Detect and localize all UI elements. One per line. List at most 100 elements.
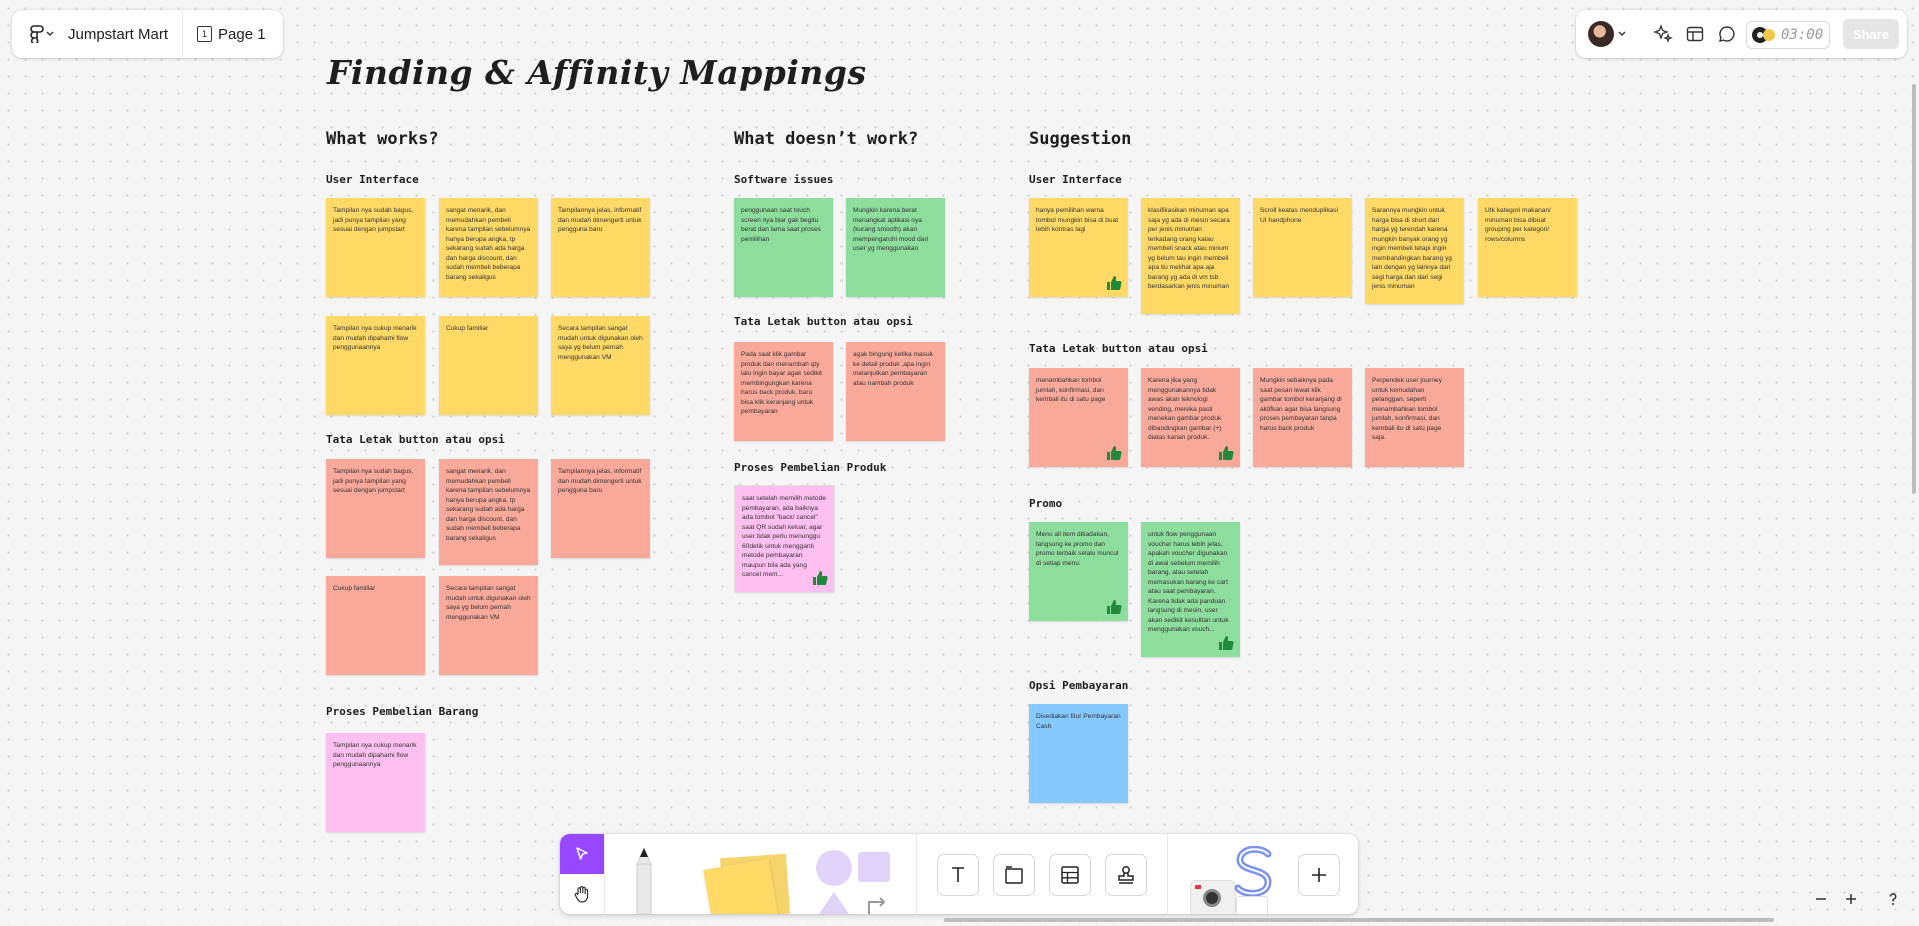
section-header: Proses Pembelian Produk (734, 461, 887, 474)
horizontal-scrollbar[interactable] (944, 918, 1774, 922)
section-tool-button[interactable] (993, 854, 1035, 896)
help-button[interactable] (1878, 884, 1908, 914)
sticky-note[interactable]: Secara tampilan sangat mudah untuk digun… (439, 576, 538, 675)
sticky-note[interactable]: Mungkin karena berat menangkat aplikasi … (846, 198, 945, 297)
page-icon: 1 (197, 26, 213, 42)
sticky-note[interactable]: Menu all item ditiadakan, langsung ke pr… (1029, 522, 1128, 621)
cursor-icon (576, 847, 588, 860)
sticky-note[interactable]: Mungkin sebaiknya pada saat pesan lewat … (1253, 368, 1352, 467)
note-text: Tampilan nya sudah bagus, jadi punya tam… (333, 468, 414, 495)
note-text: Mungkin karena berat menangkat aplikasi … (853, 207, 929, 253)
text-tool-button[interactable] (937, 854, 979, 896)
note-text: saat setelah memilih metode pembayaran, … (742, 495, 826, 579)
sticky-note[interactable]: Sarannya mungkin untuk harga bisa di sho… (1365, 198, 1464, 304)
connector-tool-icon[interactable] (866, 892, 890, 914)
board-title: Finding & Affinity Mappings (327, 53, 867, 92)
sticky-note[interactable]: Secara tampilan sangat mudah untuk digun… (551, 316, 650, 415)
hand-tool-button[interactable] (560, 874, 604, 914)
avatar (1588, 21, 1614, 47)
sticky-note[interactable]: Scroll keatas menduplikasi UI handphone (1253, 198, 1352, 297)
note-text: Menu all item ditiadakan, langsung ke pr… (1036, 531, 1119, 567)
note-text: Perpendek user journey untuk kemudahan p… (1372, 377, 1443, 442)
section-header: Promo (1029, 497, 1063, 510)
page-selector[interactable]: 1 Page 1 (183, 26, 266, 43)
table-icon (1061, 866, 1079, 884)
sticky-note[interactable]: Tampilannya jelas, informatif dan mudah … (551, 459, 650, 558)
thumbs-up-icon (1219, 636, 1234, 651)
comment-button[interactable] (1718, 25, 1736, 48)
marker-tool-icon[interactable] (622, 848, 666, 914)
note-text: Scroll keatas menduplikasi UI handphone (1260, 207, 1339, 224)
stamp-icon (1118, 866, 1134, 884)
sticky-note[interactable]: klasifikasikan minuman apa saja yg ada d… (1141, 198, 1240, 314)
sticky-note[interactable]: hanya pemilihan warna tombol mungkin bis… (1029, 198, 1128, 297)
sticky-note[interactable]: Disediakan fitur Pembayaran Cash (1029, 704, 1128, 803)
sticky-note[interactable]: sangat menarik, dan memudahkan pembeli k… (439, 459, 538, 565)
share-button[interactable]: Share (1843, 19, 1899, 49)
layout-button[interactable] (1686, 25, 1704, 48)
sticky-note[interactable]: Tampilan nya cukup menarik dan mudah dip… (326, 316, 425, 415)
sticky-note[interactable]: agak bingung ketika masuk ke detail prod… (846, 342, 945, 441)
section-header: Tata Letak button atau opsi (1029, 342, 1208, 355)
sticky-note[interactable]: Cukup familiar (326, 576, 425, 675)
sticky-note[interactable]: Perpendek user journey untuk kemudahan p… (1365, 368, 1464, 467)
sticky-note[interactable]: Tampilannya jelas, informatif dan mudah … (551, 198, 650, 297)
sticky-note-tool[interactable] (700, 853, 791, 914)
note-text: menambahkan tombol jumlah, konfirmasi, d… (1036, 377, 1106, 404)
sticky-note[interactable]: Utk kategori makanan/ minuman bisa dibua… (1478, 198, 1577, 297)
sticky-note[interactable]: Pada saat klik gambar produk dan menamba… (734, 342, 833, 441)
column-header-works: What works? (326, 129, 439, 149)
help-icon (1889, 893, 1897, 905)
section-header: Tata Letak button atau opsi (326, 433, 505, 446)
section-header: Opsi Pembayaran (1029, 679, 1129, 692)
note-text: Disediakan fitur Pembayaran Cash (1036, 713, 1121, 730)
main-menu-button[interactable] (24, 25, 60, 43)
user-menu[interactable] (1588, 21, 1626, 47)
page-name: Page 1 (218, 25, 266, 43)
square-shape-tool-icon[interactable] (858, 852, 890, 882)
stamp-tool-button[interactable] (1105, 854, 1147, 896)
timer[interactable]: 03:00 (1746, 21, 1831, 49)
sticker-s-icon (1234, 846, 1272, 896)
note-text: hanya pemilihan warna tombol mungkin bis… (1036, 207, 1119, 234)
sticky-note[interactable]: Tampilan nya sudah bagus, jadi punya tam… (326, 198, 425, 297)
note-text: sangat menarik, dan memudahkan pembeli k… (446, 468, 531, 542)
note-text: Karena jika yang menggunakannya tidak aw… (1148, 377, 1222, 442)
sticky-note[interactable]: Karena jika yang menggunakannya tidak aw… (1141, 368, 1240, 467)
note-text: Cukup familiar (333, 585, 376, 592)
vertical-scrollbar[interactable] (1912, 84, 1916, 494)
widgets-tool[interactable] (1186, 846, 1282, 914)
thumbs-up-icon (1107, 446, 1122, 461)
note-text: Tampilan nya cukup menarik dan mudah dip… (333, 742, 417, 769)
plus-icon (1846, 894, 1856, 904)
move-tool-button[interactable] (560, 834, 604, 874)
sticky-note[interactable]: sangat menarik, dan memudahkan pembeli k… (439, 198, 538, 297)
note-text: untuk flow penggunaan voucher harus lebi… (1148, 531, 1229, 634)
zoom-out-button[interactable] (1806, 884, 1836, 914)
more-tools-button[interactable] (1298, 854, 1340, 896)
ai-button[interactable] (1653, 24, 1673, 49)
sticky-note[interactable]: saat setelah memilih metode pembayaran, … (734, 485, 835, 593)
column-header-suggestion: Suggestion (1029, 129, 1132, 149)
creation-toolbar (560, 834, 1358, 914)
layout-icon (1686, 26, 1704, 42)
note-text: agak bingung ketika masuk ke detail prod… (853, 351, 933, 387)
note-text: Tampilannya jelas, informatif dan mudah … (558, 468, 642, 495)
table-tool-button[interactable] (1049, 854, 1091, 896)
triangle-shape-tool-icon[interactable] (817, 890, 851, 914)
timer-icon (1752, 27, 1775, 43)
top-right-toolbar: 03:00 Share (1576, 10, 1907, 58)
ai-sparkle-icon (1653, 24, 1673, 43)
sticky-note[interactable]: penggunaan saat touch screen nya biar ga… (734, 198, 833, 297)
sticky-note[interactable]: Tampilan nya sudah bagus, jadi punya tam… (326, 459, 425, 558)
zoom-in-button[interactable] (1836, 884, 1866, 914)
sticky-note[interactable]: Tampilan nya cukup menarik dan mudah dip… (326, 733, 425, 832)
sticky-note[interactable]: Cukup familiar (439, 316, 538, 415)
sticky-note[interactable]: menambahkan tombol jumlah, konfirmasi, d… (1029, 368, 1128, 467)
sticky-note[interactable]: untuk flow penggunaan voucher harus lebi… (1141, 522, 1240, 657)
file-name[interactable]: Jumpstart Mart (60, 10, 184, 58)
circle-shape-tool-icon[interactable] (816, 850, 852, 886)
file-menu-bar: Jumpstart Mart 1 Page 1 (12, 10, 283, 58)
chevron-down-icon (46, 31, 54, 36)
section-header: Proses Pembelian Barang (326, 705, 479, 718)
